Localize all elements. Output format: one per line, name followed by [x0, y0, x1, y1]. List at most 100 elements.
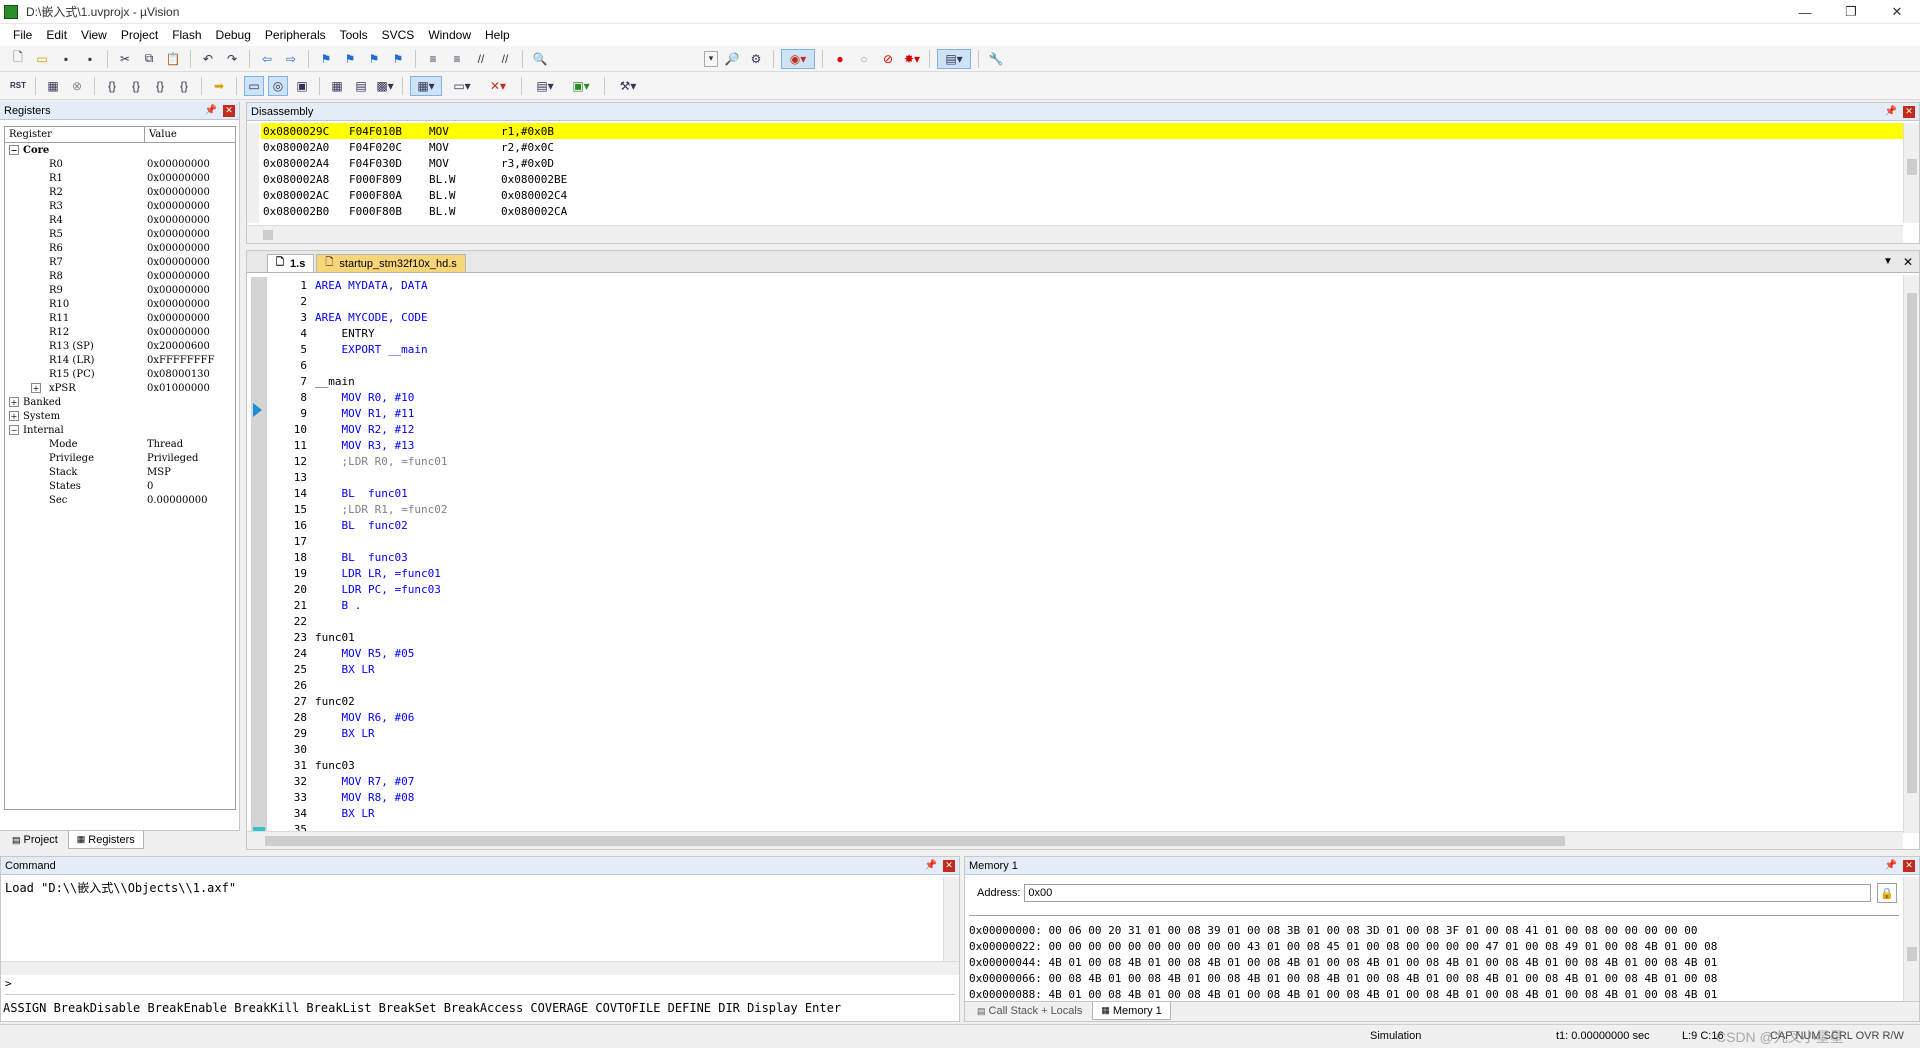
- command-input[interactable]: >: [5, 977, 955, 995]
- code-line[interactable]: 16 BL func02: [267, 517, 1897, 533]
- window-layout-icon[interactable]: ▤▾: [937, 48, 971, 69]
- code-line[interactable]: 21 B .: [267, 597, 1897, 613]
- step-into-icon[interactable]: {}: [102, 76, 122, 96]
- memory-vscrollbar[interactable]: [1903, 877, 1919, 1001]
- code-line[interactable]: 22: [267, 613, 1897, 629]
- bookmark-clear-icon[interactable]: ⚑: [388, 49, 408, 69]
- pin-icon[interactable]: 📌: [1885, 106, 1897, 117]
- scroll-thumb[interactable]: [1907, 947, 1917, 961]
- menu-file[interactable]: File: [6, 28, 39, 42]
- register-value[interactable]: 0x08000130: [147, 369, 210, 380]
- internal-row[interactable]: Sec 0.00000000: [5, 493, 235, 507]
- code-line[interactable]: 15 ;LDR R1, =func02: [267, 501, 1897, 517]
- internal-row[interactable]: Mode Thread: [5, 437, 235, 451]
- menu-svcs[interactable]: SVCS: [375, 28, 422, 42]
- pin-icon[interactable]: 📌: [925, 860, 937, 871]
- indent-icon[interactable]: ≡: [423, 49, 443, 69]
- breakpoint-kill-icon[interactable]: ✸▾: [902, 49, 922, 69]
- breakpoint-icon[interactable]: ●: [830, 49, 850, 69]
- register-value[interactable]: 0x00000000: [147, 201, 210, 212]
- code-line[interactable]: 31 func03: [267, 757, 1897, 773]
- code-area[interactable]: 1 AREA MYDATA, DATA 2 3 AREA MYCODE, CODE …: [267, 277, 1897, 834]
- copy-icon[interactable]: ⧉: [139, 49, 159, 69]
- close-editor-icon[interactable]: ✕: [1903, 255, 1913, 269]
- code-line[interactable]: 14 BL func01: [267, 485, 1897, 501]
- code-line[interactable]: 23 func01: [267, 629, 1897, 645]
- disassembly-line[interactable]: 0x080002B0 F000F80B BL.W 0x080002CA: [261, 203, 1903, 219]
- register-value[interactable]: 0x01000000: [147, 383, 210, 394]
- register-column-header[interactable]: Register: [5, 126, 145, 143]
- register-value[interactable]: 0x00000000: [147, 173, 210, 184]
- scroll-thumb[interactable]: [1907, 293, 1917, 793]
- tree-group-banked[interactable]: + Banked: [5, 395, 235, 409]
- code-line[interactable]: 26: [267, 677, 1897, 693]
- disassembly-line[interactable]: 0x080002A8 F000F809 BL.W 0x080002BE: [261, 171, 1903, 187]
- close-icon[interactable]: ✕: [1903, 105, 1915, 118]
- address-input[interactable]: 0x00: [1024, 884, 1871, 902]
- code-line[interactable]: 1 AREA MYDATA, DATA: [267, 277, 1897, 293]
- register-value[interactable]: 0x00000000: [147, 257, 210, 268]
- symbols-window-icon[interactable]: ▣: [292, 76, 312, 96]
- bookmark-prev-icon[interactable]: ⚑: [340, 49, 360, 69]
- tab-1-s[interactable]: 🗋 1.s: [267, 254, 315, 272]
- command-window-icon[interactable]: ▭: [244, 75, 264, 96]
- show-next-statement-icon[interactable]: ➡: [209, 76, 229, 96]
- run-to-cursor-icon[interactable]: {}: [174, 76, 194, 96]
- find-in-files-icon[interactable]: 🔍: [530, 49, 550, 69]
- watch-window-icon[interactable]: ▩▾: [375, 76, 395, 96]
- register-value[interactable]: 0x00000000: [147, 299, 210, 310]
- menu-window[interactable]: Window: [421, 28, 478, 42]
- breakpoint-gutter[interactable]: [251, 277, 267, 835]
- scroll-thumb[interactable]: [265, 836, 1565, 846]
- register-row[interactable]: R12 0x00000000: [5, 325, 235, 339]
- incremental-find-icon[interactable]: 🔎: [722, 49, 742, 69]
- bookmark-icon[interactable]: ⚑: [316, 49, 336, 69]
- menu-flash[interactable]: Flash: [165, 28, 208, 42]
- menu-view[interactable]: View: [74, 28, 114, 42]
- menu-edit[interactable]: Edit: [39, 28, 74, 42]
- register-row[interactable]: R1 0x00000000: [5, 171, 235, 185]
- memory-line[interactable]: 0x00000000: 00 06 00 20 31 01 00 08 39 0…: [969, 922, 1899, 938]
- tree-group-internal[interactable]: − Internal: [5, 423, 235, 437]
- lock-icon[interactable]: 🔒: [1877, 883, 1897, 903]
- register-value[interactable]: 0xFFFFFFFF: [147, 355, 215, 366]
- comment-icon[interactable]: //: [471, 49, 491, 69]
- save-all-icon[interactable]: ▪: [80, 49, 100, 69]
- toolbox-icon[interactable]: 🔧: [986, 49, 1006, 69]
- unindent-icon[interactable]: ≡: [447, 49, 467, 69]
- command-vscrollbar[interactable]: [943, 877, 959, 961]
- memory-window-icon[interactable]: ▦▾: [410, 75, 442, 96]
- scroll-thumb[interactable]: [1907, 159, 1917, 175]
- close-icon[interactable]: ✕: [223, 104, 235, 117]
- new-file-icon[interactable]: 🗋: [8, 49, 28, 69]
- register-value[interactable]: 0x00000000: [147, 313, 210, 324]
- restore-button[interactable]: ❐: [1828, 0, 1874, 24]
- tab-list-dropdown-icon[interactable]: ▼: [1883, 256, 1893, 267]
- register-row[interactable]: R5 0x00000000: [5, 227, 235, 241]
- pin-icon[interactable]: 📌: [205, 105, 217, 116]
- pin-icon[interactable]: 📌: [1885, 860, 1897, 871]
- register-row[interactable]: R14 (LR) 0xFFFFFFFF: [5, 353, 235, 367]
- code-line[interactable]: 13: [267, 469, 1897, 485]
- step-out-icon[interactable]: {}: [150, 76, 170, 96]
- code-line[interactable]: 4 ENTRY: [267, 325, 1897, 341]
- code-line[interactable]: 6: [267, 357, 1897, 373]
- debug-session-icon[interactable]: ◉▾: [781, 48, 815, 69]
- memory-dump[interactable]: 0x00000000: 00 06 00 20 31 01 00 08 39 0…: [969, 915, 1899, 1002]
- analysis-window-icon[interactable]: ✕▾: [482, 76, 514, 96]
- code-line[interactable]: 19 LDR LR, =func01: [267, 565, 1897, 581]
- register-row[interactable]: R8 0x00000000: [5, 269, 235, 283]
- menu-tools[interactable]: Tools: [333, 28, 375, 42]
- register-row[interactable]: R6 0x00000000: [5, 241, 235, 255]
- uncomment-icon[interactable]: //: [495, 49, 515, 69]
- expand-icon[interactable]: +: [9, 411, 19, 421]
- close-icon[interactable]: ✕: [943, 859, 955, 872]
- system-viewer-icon[interactable]: ▣▾: [565, 76, 597, 96]
- serial-window-icon[interactable]: ▭▾: [446, 76, 478, 96]
- register-row[interactable]: R13 (SP) 0x20000600: [5, 339, 235, 353]
- collapse-icon[interactable]: −: [9, 425, 19, 435]
- menu-peripherals[interactable]: Peripherals: [258, 28, 333, 42]
- register-value[interactable]: 0x00000000: [147, 215, 210, 226]
- code-line[interactable]: 29 BX LR: [267, 725, 1897, 741]
- code-line[interactable]: 11 MOV R3, #13: [267, 437, 1897, 453]
